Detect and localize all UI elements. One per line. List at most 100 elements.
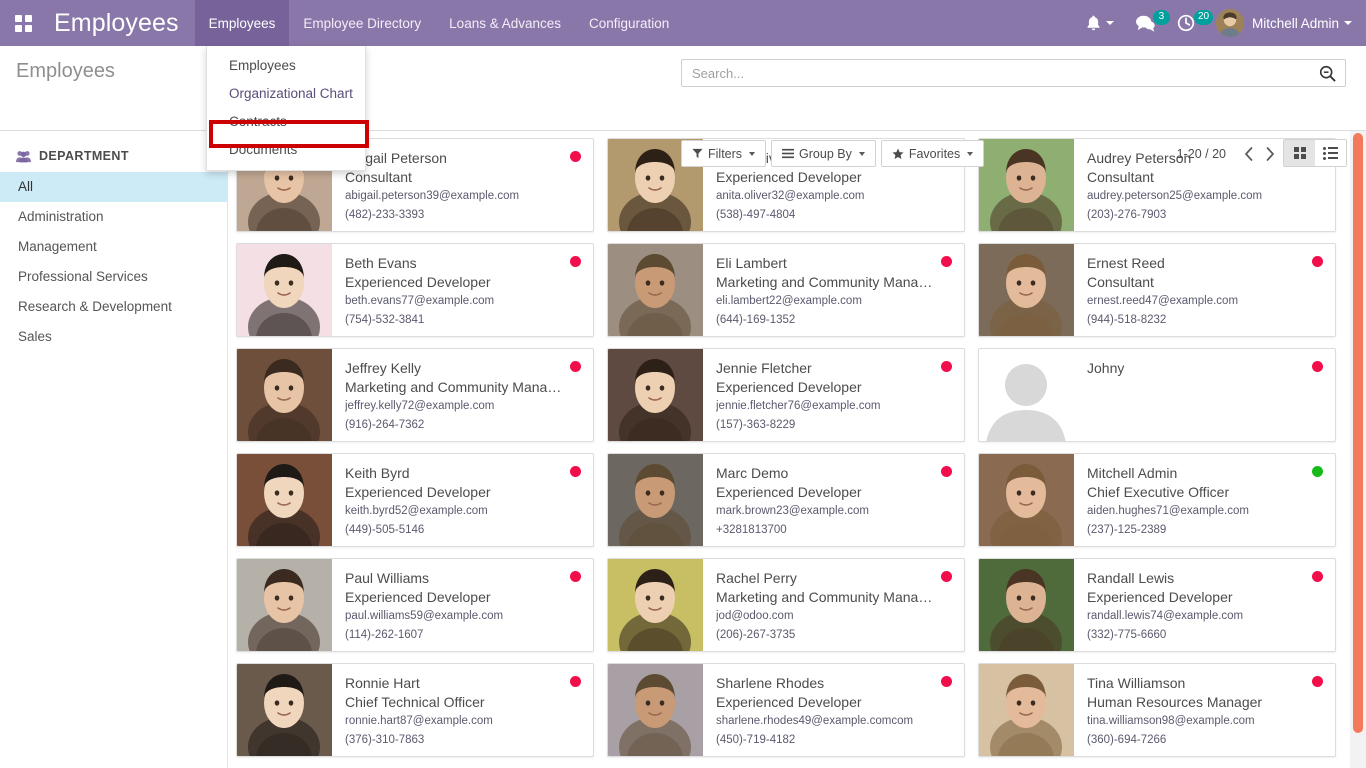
sidebar-item-professional-services[interactable]: Professional Services bbox=[0, 262, 227, 292]
employee-phone[interactable]: (538)-497-4804 bbox=[716, 206, 952, 225]
employee-card[interactable]: Eli Lambert Marketing and Community Manag… bbox=[607, 243, 965, 337]
employee-card[interactable]: Johny bbox=[978, 348, 1336, 442]
employee-email[interactable]: jeffrey.kelly72@example.com bbox=[345, 397, 581, 416]
status-badge[interactable] bbox=[941, 361, 952, 372]
search-submit-button[interactable] bbox=[1310, 65, 1345, 82]
status-badge[interactable] bbox=[570, 256, 581, 267]
employee-phone[interactable]: +3281813700 bbox=[716, 521, 952, 540]
messages-button[interactable]: 3 bbox=[1125, 0, 1170, 46]
employee-card[interactable]: Ernest Reed Consultant ernest.reed47@examp… bbox=[978, 243, 1336, 337]
employee-phone[interactable]: (332)-775-6660 bbox=[1087, 626, 1323, 645]
employee-phone[interactable]: (376)-310-7863 bbox=[345, 731, 581, 750]
employee-email[interactable]: audrey.peterson25@example.com bbox=[1087, 187, 1323, 206]
employee-card[interactable]: Beth Evans Experienced Developer beth.evan… bbox=[236, 243, 594, 337]
status-badge[interactable] bbox=[1312, 676, 1323, 687]
status-badge[interactable] bbox=[941, 466, 952, 477]
employee-phone[interactable]: (644)-169-1352 bbox=[716, 311, 952, 330]
status-badge[interactable] bbox=[941, 256, 952, 267]
employee-phone[interactable]: (916)-264-7362 bbox=[345, 416, 581, 435]
employee-card[interactable]: Tina Williamson Human Resources Manager ti… bbox=[978, 663, 1336, 757]
employee-card[interactable]: Randall Lewis Experienced Developer randal… bbox=[978, 558, 1336, 652]
vertical-scrollbar-thumb[interactable] bbox=[1353, 133, 1363, 733]
status-badge[interactable] bbox=[941, 676, 952, 687]
filters-button[interactable]: Filters bbox=[681, 140, 767, 167]
search-input[interactable] bbox=[682, 65, 1310, 81]
breadcrumb[interactable]: Employees bbox=[16, 60, 115, 83]
employee-phone[interactable]: (944)-518-8232 bbox=[1087, 311, 1323, 330]
employee-phone[interactable]: (237)-125-2389 bbox=[1087, 521, 1323, 540]
employee-card[interactable]: Rachel Perry Marketing and Community Mana… bbox=[607, 558, 965, 652]
employee-phone[interactable]: (449)-505-5146 bbox=[345, 521, 581, 540]
sidebar-item-all[interactable]: All bbox=[0, 172, 227, 202]
search-bar[interactable] bbox=[681, 59, 1346, 87]
employee-card[interactable]: Ronnie Hart Chief Technical Officer ronnie… bbox=[236, 663, 594, 757]
employee-phone[interactable]: (360)-694-7266 bbox=[1087, 731, 1323, 750]
hamburger-lines-icon bbox=[782, 148, 795, 159]
favorites-button[interactable]: Favorites bbox=[880, 140, 985, 167]
status-badge[interactable] bbox=[1312, 256, 1323, 267]
employee-phone[interactable]: (203)-276-7903 bbox=[1087, 206, 1323, 225]
employee-card[interactable]: Marc Demo Experienced Developer mark.brown… bbox=[607, 453, 965, 547]
employee-phone[interactable]: (450)-719-4182 bbox=[716, 731, 952, 750]
employee-email[interactable]: mark.brown23@example.com bbox=[716, 502, 952, 521]
employee-card[interactable]: Keith Byrd Experienced Developer keith.byr… bbox=[236, 453, 594, 547]
employee-email[interactable]: eli.lambert22@example.com bbox=[716, 292, 952, 311]
employee-phone[interactable]: (157)-363-8229 bbox=[716, 416, 952, 435]
employee-email[interactable]: keith.byrd52@example.com bbox=[345, 502, 581, 521]
menu-loans-advances[interactable]: Loans & Advances bbox=[435, 0, 575, 46]
employee-email[interactable]: randall.lewis74@example.com bbox=[1087, 607, 1323, 626]
sidebar-item-research-development[interactable]: Research & Development bbox=[0, 292, 227, 322]
menu-employees[interactable]: Employees bbox=[194, 0, 290, 46]
status-badge[interactable] bbox=[941, 571, 952, 582]
apps-menu-button[interactable] bbox=[0, 0, 46, 46]
employee-email[interactable]: ernest.reed47@example.com bbox=[1087, 292, 1323, 311]
dropdown-item-employees[interactable]: Employees bbox=[207, 52, 365, 80]
employee-card[interactable]: Mitchell Admin Chief Executive Officer aid… bbox=[978, 453, 1336, 547]
employee-card[interactable]: Paul Williams Experienced Developer paul.w… bbox=[236, 558, 594, 652]
dropdown-item-organizational-chart[interactable]: Organizational Chart bbox=[207, 80, 365, 108]
list-view-button[interactable] bbox=[1315, 140, 1346, 166]
employee-email[interactable]: anita.oliver32@example.com bbox=[716, 187, 952, 206]
employee-phone[interactable]: (206)-267-3735 bbox=[716, 626, 952, 645]
status-badge[interactable] bbox=[1312, 361, 1323, 372]
employee-email[interactable]: abigail.peterson39@example.com bbox=[345, 187, 581, 206]
menu-configuration[interactable]: Configuration bbox=[575, 0, 683, 46]
employee-email[interactable]: jod@odoo.com bbox=[716, 607, 952, 626]
sidebar-item-sales[interactable]: Sales bbox=[0, 322, 227, 352]
employee-email[interactable]: paul.williams59@example.com bbox=[345, 607, 581, 626]
group-by-button[interactable]: Group By bbox=[771, 140, 876, 167]
notifications-button[interactable] bbox=[1075, 0, 1125, 46]
employee-phone[interactable]: (482)-233-3393 bbox=[345, 206, 581, 225]
pager-previous-button[interactable] bbox=[1238, 143, 1258, 165]
dropdown-item-contracts[interactable]: Contracts bbox=[207, 108, 365, 136]
employee-phone[interactable]: (754)-532-3841 bbox=[345, 311, 581, 330]
employee-email[interactable]: beth.evans77@example.com bbox=[345, 292, 581, 311]
status-badge[interactable] bbox=[570, 676, 581, 687]
employee-card[interactable]: Sharlene Rhodes Experienced Developer shar… bbox=[607, 663, 965, 757]
employee-email[interactable]: tina.williamson98@example.com bbox=[1087, 712, 1323, 731]
status-badge[interactable] bbox=[570, 361, 581, 372]
employee-phone[interactable]: (114)-262-1607 bbox=[345, 626, 581, 645]
sidebar-item-management[interactable]: Management bbox=[0, 232, 227, 262]
status-badge[interactable] bbox=[570, 466, 581, 477]
dropdown-item-documents[interactable]: Documents bbox=[207, 136, 365, 164]
employee-name: Mitchell Admin bbox=[1087, 465, 1178, 481]
menu-employee-directory[interactable]: Employee Directory bbox=[289, 0, 435, 46]
employee-email[interactable]: sharlene.rhodes49@example.comcom bbox=[716, 712, 952, 731]
vertical-scrollbar-track[interactable] bbox=[1350, 131, 1366, 768]
employee-card[interactable]: Jennie Fletcher Experienced Developer jenn… bbox=[607, 348, 965, 442]
kanban-view-button[interactable] bbox=[1284, 140, 1315, 166]
status-badge[interactable] bbox=[1312, 571, 1323, 582]
employee-card[interactable]: Jeffrey Kelly Marketing and Community Man… bbox=[236, 348, 594, 442]
activities-button[interactable]: 20 bbox=[1166, 0, 1214, 46]
sidebar-item-administration[interactable]: Administration bbox=[0, 202, 227, 232]
employee-email[interactable]: ronnie.hart87@example.com bbox=[345, 712, 581, 731]
user-menu-button[interactable]: Mitchell Admin bbox=[1206, 0, 1352, 46]
app-brand-title[interactable]: Employees bbox=[46, 9, 195, 38]
status-badge[interactable] bbox=[570, 571, 581, 582]
employee-email[interactable]: jennie.fletcher76@example.com bbox=[716, 397, 952, 416]
employee-email[interactable]: aiden.hughes71@example.com bbox=[1087, 502, 1323, 521]
status-badge[interactable] bbox=[570, 151, 581, 162]
status-badge[interactable] bbox=[1312, 466, 1323, 477]
pager-next-button[interactable] bbox=[1260, 143, 1280, 165]
